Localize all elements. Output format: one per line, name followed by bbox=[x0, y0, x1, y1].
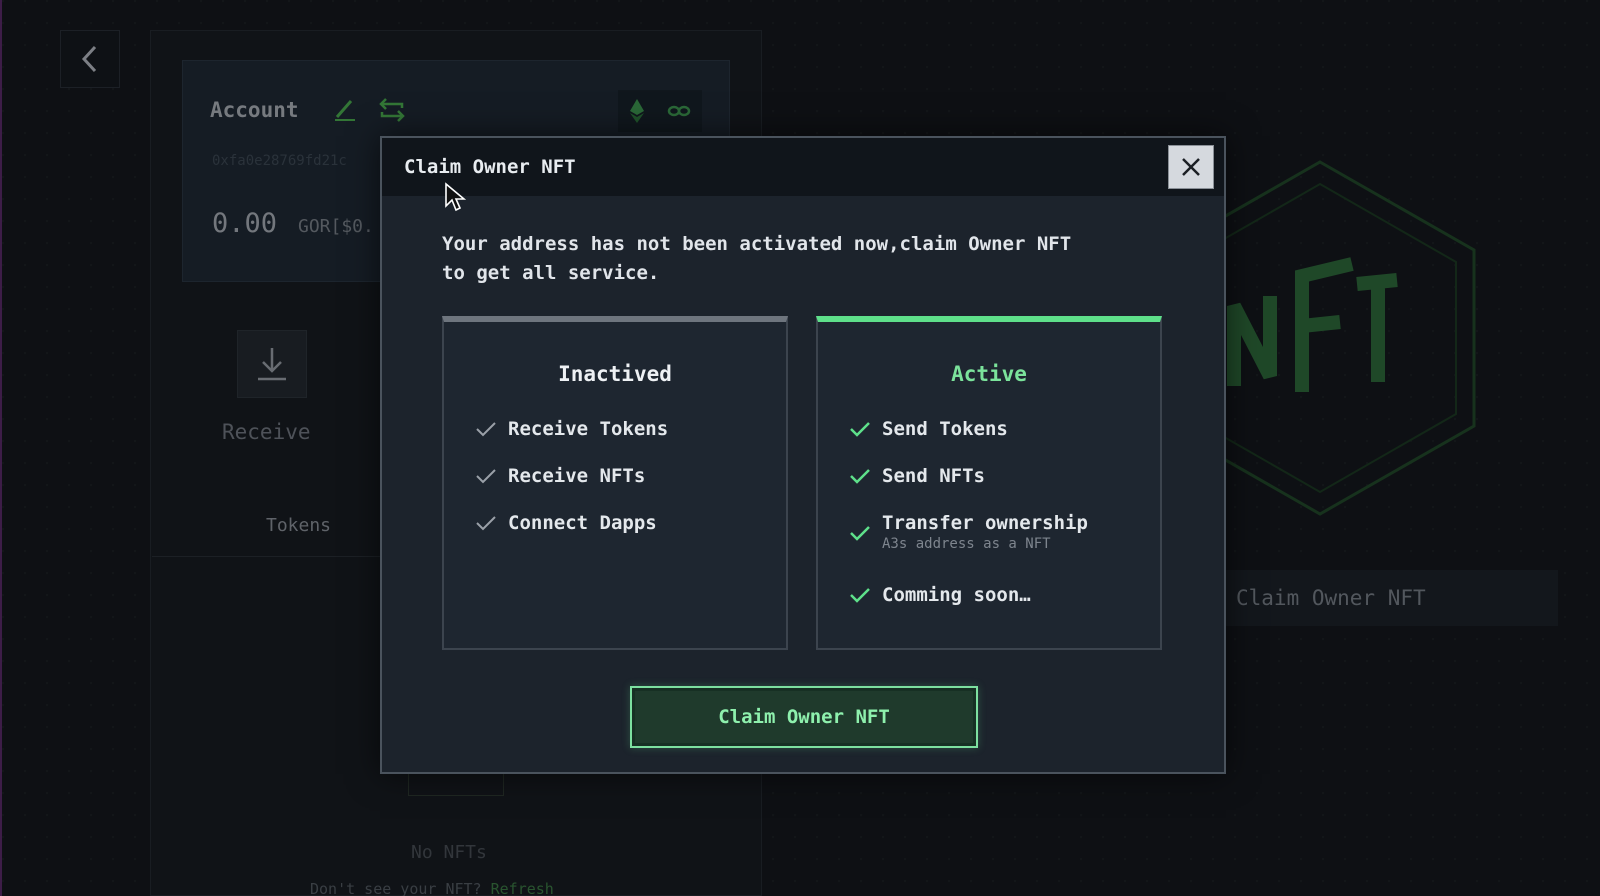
cursor-icon bbox=[445, 182, 466, 212]
inactive-feature-item: Receive Tokens bbox=[474, 418, 668, 440]
feature-label: Transfer ownership bbox=[882, 512, 1088, 534]
active-status-card: Active Send Tokens Send NFTs Transfer ow… bbox=[816, 316, 1162, 650]
feature-label: Send NFTs bbox=[882, 465, 985, 487]
check-icon bbox=[850, 422, 870, 437]
check-icon bbox=[850, 588, 870, 603]
inactive-status-card: Inactived Receive Tokens Receive NFTs Co… bbox=[442, 316, 788, 650]
message-line-2: to get all service. bbox=[442, 262, 660, 284]
check-icon bbox=[476, 422, 496, 437]
claim-owner-nft-dialog: Claim Owner NFT Your address has not bee… bbox=[380, 136, 1226, 774]
inactive-feature-item: Connect Dapps bbox=[474, 512, 657, 534]
check-icon bbox=[850, 469, 870, 484]
dialog-header: Claim Owner NFT bbox=[382, 138, 1224, 196]
dialog-message: Your address has not been activated now,… bbox=[442, 230, 1162, 288]
active-feature-item: Transfer ownership A3s address as a NFT bbox=[848, 512, 1088, 552]
active-card-title: Active bbox=[951, 362, 1027, 386]
dialog-title: Claim Owner NFT bbox=[404, 156, 576, 178]
inactive-feature-item: Receive NFTs bbox=[474, 465, 645, 487]
close-button[interactable] bbox=[1168, 145, 1214, 189]
feature-label: Receive NFTs bbox=[508, 465, 646, 487]
inactive-card-title: Inactived bbox=[558, 362, 672, 386]
active-feature-item: Send NFTs bbox=[848, 465, 985, 487]
feature-label: Connect Dapps bbox=[508, 512, 657, 534]
active-feature-item: Send Tokens bbox=[848, 418, 1008, 440]
feature-label: Receive Tokens bbox=[508, 418, 669, 440]
claim-owner-nft-button[interactable]: Claim Owner NFT bbox=[630, 686, 978, 748]
feature-label: Send Tokens bbox=[882, 418, 1008, 440]
feature-text: Transfer ownership A3s address as a NFT bbox=[882, 512, 1088, 552]
active-feature-item: Comming soon… bbox=[848, 584, 1031, 606]
check-icon bbox=[476, 516, 496, 531]
check-icon bbox=[476, 469, 496, 484]
close-icon bbox=[1182, 158, 1200, 176]
feature-sublabel: A3s address as a NFT bbox=[882, 536, 1051, 552]
check-icon bbox=[850, 526, 870, 541]
message-line-1: Your address has not been activated now,… bbox=[442, 233, 1072, 255]
feature-label: Comming soon… bbox=[882, 584, 1031, 606]
